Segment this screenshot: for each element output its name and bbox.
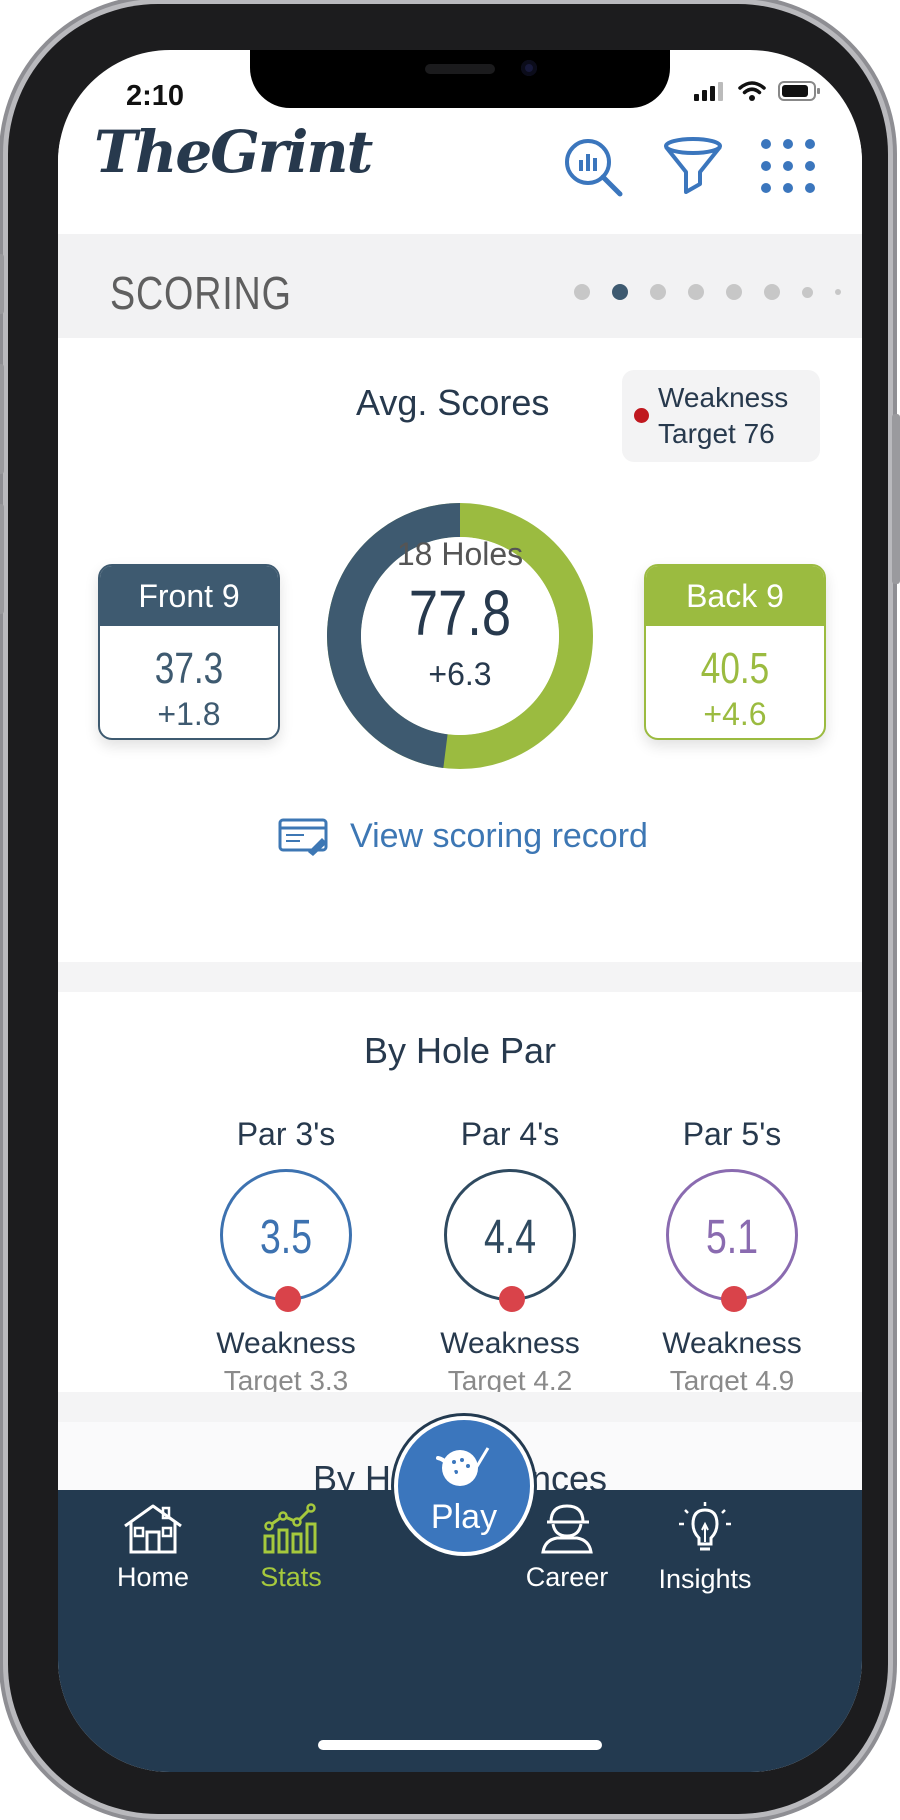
front9-diff: +1.8 bbox=[157, 696, 221, 732]
by-hole-par-title: By Hole Par bbox=[363, 1030, 557, 1071]
stats-icon bbox=[263, 1503, 317, 1554]
tab-home[interactable]: Home bbox=[78, 1502, 228, 1593]
par4-value: 4.4 bbox=[483, 1211, 537, 1264]
home-icon bbox=[124, 1504, 182, 1554]
phone-body: 2:10 TheGrint SCORING Avg. Scores Weakne… bbox=[0, 4, 900, 1814]
par4-status: Weakness bbox=[440, 1327, 580, 1360]
signal-icon bbox=[694, 82, 723, 101]
screen: 2:10 TheGrint SCORING Avg. Scores Weakne… bbox=[58, 50, 862, 1772]
par3-status: Weakness bbox=[216, 1327, 356, 1360]
weakness-dot-icon bbox=[634, 408, 649, 423]
weakness-target: Target 76 bbox=[658, 418, 775, 449]
tab-career-label: Career bbox=[525, 1562, 609, 1592]
page-dot[interactable] bbox=[835, 289, 841, 295]
front9-card[interactable]: Front 9 37.3 +1.8 bbox=[98, 564, 280, 740]
par3-label: Par 3's bbox=[236, 1116, 336, 1152]
section-header: SCORING bbox=[58, 234, 862, 338]
avg-scores-card: Avg. Scores Weakness Target 76 Front 9 3… bbox=[58, 338, 862, 962]
par5-stat[interactable]: Par 5's 5.1 Weakness Target 4.9 bbox=[632, 1116, 832, 1397]
volume-up-button bbox=[0, 364, 4, 474]
total-value: 77.8 bbox=[408, 577, 512, 649]
tab-stats-label: Stats bbox=[260, 1562, 322, 1592]
notch bbox=[250, 50, 670, 108]
mute-switch bbox=[0, 254, 4, 314]
total-diff: +6.3 bbox=[428, 656, 492, 692]
stats-search-icon[interactable] bbox=[562, 136, 624, 198]
weakness-dot-icon bbox=[499, 1286, 525, 1312]
weakness-badge: Weakness Target 76 bbox=[622, 370, 820, 462]
back9-card[interactable]: Back 9 40.5 +4.6 bbox=[644, 564, 826, 740]
play-label: Play bbox=[430, 1498, 498, 1536]
golf-club-icon bbox=[436, 1447, 490, 1486]
golfer-icon bbox=[541, 1504, 593, 1554]
by-hole-par-card: By Hole Par Par 3's 3.5 Weakness Target … bbox=[58, 992, 862, 1396]
divider bbox=[58, 962, 862, 992]
page-dot[interactable] bbox=[574, 284, 590, 300]
back9-diff: +4.6 bbox=[703, 696, 767, 732]
tab-stats[interactable]: Stats bbox=[216, 1502, 366, 1593]
front9-value: 37.3 bbox=[154, 644, 224, 693]
wifi-icon bbox=[738, 81, 766, 101]
grid-menu-icon[interactable] bbox=[760, 138, 816, 194]
par4-circle: 4.4 bbox=[444, 1169, 576, 1312]
par5-label: Par 5's bbox=[682, 1116, 782, 1152]
page-dot[interactable] bbox=[802, 286, 813, 298]
par3-circle: 3.5 bbox=[220, 1169, 352, 1312]
par5-status: Weakness bbox=[662, 1327, 802, 1360]
battery-icon bbox=[778, 81, 820, 101]
lightbulb-icon bbox=[679, 1502, 731, 1551]
back9-value: 40.5 bbox=[700, 644, 770, 693]
play-button[interactable]: Play bbox=[394, 1416, 534, 1556]
tab-home-label: Home bbox=[116, 1562, 190, 1592]
weakness-dot-icon bbox=[721, 1286, 747, 1312]
page-dot-active[interactable] bbox=[612, 284, 628, 300]
view-scoring-record-link[interactable]: View scoring record bbox=[278, 816, 648, 856]
section-title: SCORING bbox=[110, 267, 292, 319]
tab-insights-label: Insights bbox=[658, 1564, 752, 1594]
weakness-dot-icon bbox=[275, 1286, 301, 1312]
volume-down-button bbox=[0, 504, 4, 614]
par5-value: 5.1 bbox=[705, 1211, 759, 1264]
status-icons bbox=[694, 80, 822, 102]
filter-icon[interactable] bbox=[662, 136, 724, 198]
back9-label: Back 9 bbox=[646, 566, 824, 626]
tab-insights[interactable]: Insights bbox=[630, 1502, 780, 1595]
page-dot[interactable] bbox=[726, 284, 742, 300]
par5-circle: 5.1 bbox=[666, 1169, 798, 1312]
page-dot[interactable] bbox=[764, 284, 780, 300]
par3-value: 3.5 bbox=[259, 1211, 313, 1264]
par4-stat[interactable]: Par 4's 4.4 Weakness Target 4.2 bbox=[410, 1116, 610, 1397]
par4-label: Par 4's bbox=[460, 1116, 560, 1152]
home-indicator[interactable] bbox=[318, 1740, 602, 1750]
par3-stat[interactable]: Par 3's 3.5 Weakness Target 3.3 bbox=[186, 1116, 386, 1397]
weakness-label: Weakness bbox=[658, 382, 789, 413]
app-logo: TheGrint bbox=[94, 118, 373, 186]
page-dot[interactable] bbox=[688, 284, 704, 300]
total-label: 18 Holes bbox=[396, 536, 524, 572]
device-frame: 2:10 TheGrint SCORING Avg. Scores Weakne… bbox=[0, 0, 900, 1820]
status-time: 2:10 bbox=[126, 80, 185, 112]
page-indicator[interactable] bbox=[574, 284, 841, 300]
power-button bbox=[892, 414, 900, 584]
page-dot[interactable] bbox=[650, 284, 666, 300]
avg-scores-title: Avg. Scores bbox=[356, 382, 550, 423]
front9-label: Front 9 bbox=[100, 566, 278, 626]
scorecard-icon bbox=[278, 818, 328, 856]
view-scoring-record-label: View scoring record bbox=[350, 816, 648, 855]
